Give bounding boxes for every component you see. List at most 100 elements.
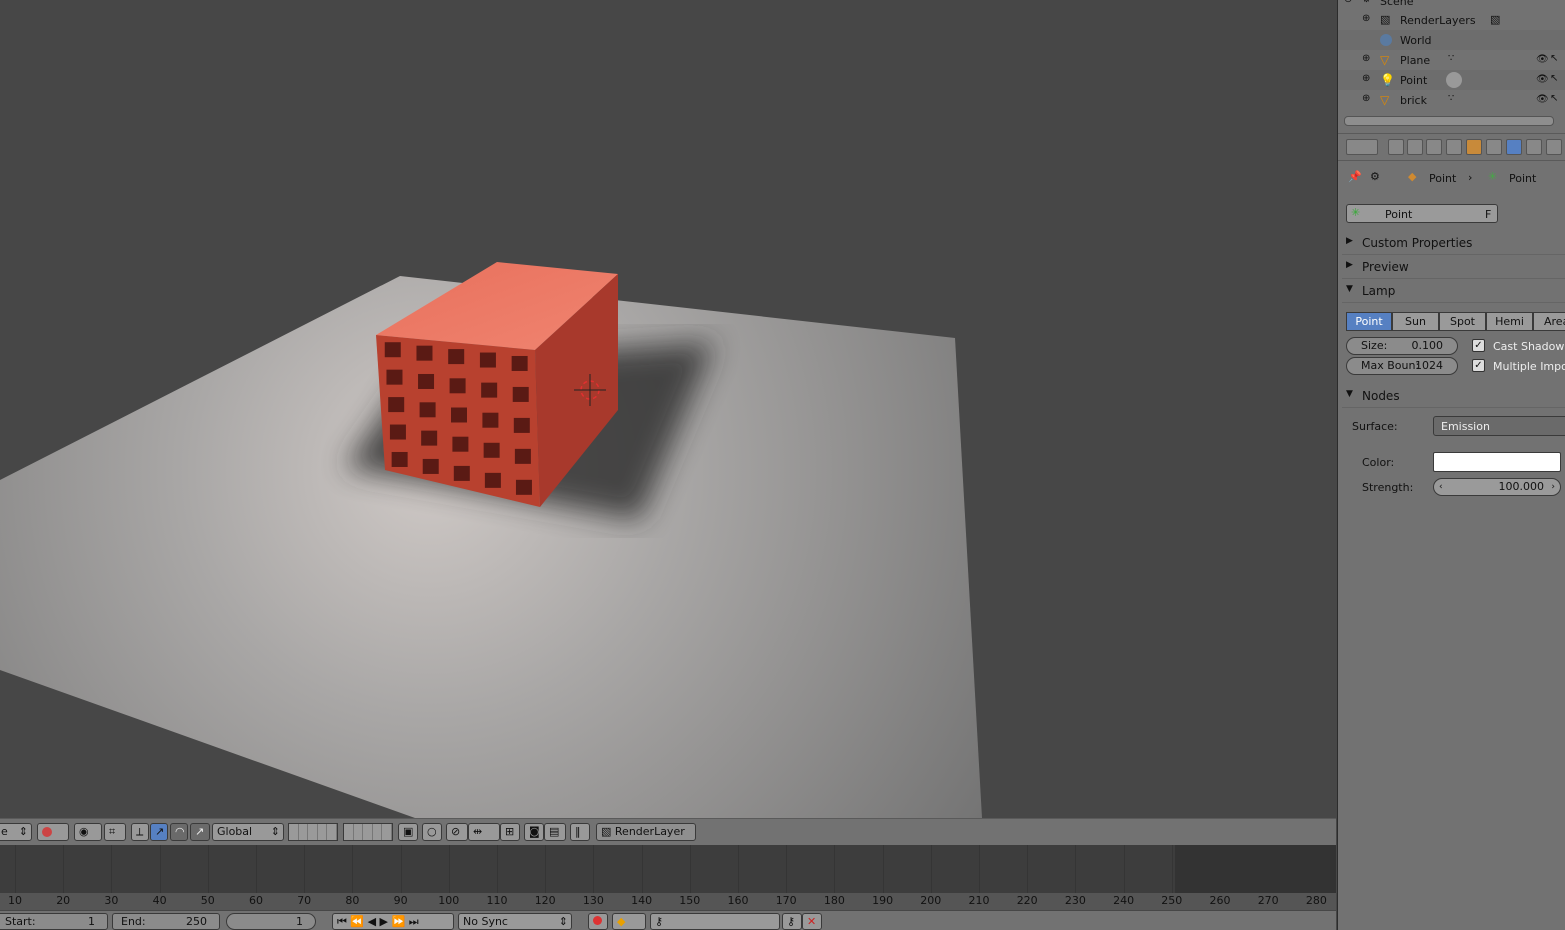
proportional-edit-button[interactable]: ○ (422, 823, 442, 841)
lamp-browse-icon[interactable]: ✳ (1351, 206, 1360, 219)
chevron-updown-icon: ⇕ (270, 825, 280, 838)
render-layers-tab-icon[interactable] (1407, 139, 1423, 155)
size-field[interactable]: Size: 0.100 (1346, 337, 1458, 355)
cursor-icon[interactable]: ↖ (1550, 93, 1564, 107)
datablock-field[interactable]: ✳ Point F (1346, 204, 1498, 223)
start-frame-field[interactable]: Start: 1 (0, 913, 108, 930)
pause-button[interactable]: ‖ (570, 823, 590, 841)
outliner-row-point[interactable]: ⊕ 💡 Point 👁 ↖ (1338, 70, 1565, 90)
timeline-grid-line (400, 845, 402, 893)
current-frame-field[interactable]: 1 (226, 913, 316, 930)
constraints-tab-icon[interactable] (1486, 139, 1502, 155)
strength-field[interactable]: ‹ 100.000 › (1433, 478, 1561, 496)
timeline-grid-line (15, 845, 16, 893)
end-frame-label: End: (121, 915, 146, 928)
snap-target-button[interactable]: ⊞ (500, 823, 520, 841)
timeline-tick-label: 250 (1161, 894, 1183, 907)
mode-select[interactable]: e ⇕ (0, 823, 32, 841)
lamp-type-hemi[interactable]: Hemi (1486, 312, 1533, 331)
fake-user-button[interactable]: F (1485, 208, 1491, 221)
manipulator-toggle[interactable]: ⌗ (104, 823, 126, 841)
timeline-grid-line (207, 845, 209, 893)
snap-element-select[interactable]: ⇹ (468, 823, 500, 841)
particles-tab-icon[interactable] (1546, 139, 1562, 155)
renderlayers-icon: ▧ (1380, 13, 1391, 26)
timeline[interactable]: 10 20 30 40 50 60 70 80 90 100 110 120 130 140 150 160 1… (0, 845, 1336, 910)
timeline-grid-line (930, 845, 932, 893)
cursor-icon[interactable]: ↖ (1550, 53, 1564, 67)
translate-manipulator-button[interactable]: ⟂ (131, 823, 149, 841)
size-label: Size: (1361, 339, 1388, 352)
opengl-animation-button[interactable]: ▤ (544, 823, 566, 841)
timeline-tick-label: 270 (1257, 894, 1279, 907)
multiple-importance-checkbox[interactable]: ✓ (1472, 359, 1485, 372)
delete-keyframe-button[interactable]: ✕ (802, 913, 822, 930)
active-keying-set-field[interactable]: ⚷ (650, 913, 780, 930)
outliner-row-world[interactable]: World (1338, 30, 1565, 50)
transform-orientation-icon-button[interactable]: ↗ (190, 823, 210, 841)
editor-type-select[interactable] (1346, 139, 1378, 155)
outliner-scrollbar[interactable] (1344, 116, 1554, 126)
outliner[interactable]: ⊖ ⚙ Scene ⊕ ▧ RenderLayers ▧ World ⊕ ▽ P… (1338, 0, 1565, 130)
render-tab-icon[interactable] (1388, 139, 1404, 155)
render-icon: ▧ (1490, 13, 1501, 26)
record-button[interactable] (588, 913, 608, 930)
pivot-point-select[interactable]: ◉ (74, 823, 102, 841)
cursor-icon[interactable]: ↖ (1550, 73, 1564, 87)
rotate-manipulator-button[interactable]: ↗ (150, 823, 168, 841)
eye-icon[interactable]: 👁 (1536, 74, 1549, 85)
timeline-grid-line (689, 845, 691, 893)
lamp-type-area[interactable]: Area (1533, 312, 1565, 331)
camera-icon: ◙ (529, 825, 540, 838)
brick-hole (421, 430, 438, 446)
chevron-updown-icon: ⇕ (558, 915, 568, 928)
keying-set-button[interactable]: ◆ (612, 913, 646, 930)
3d-viewport[interactable] (0, 0, 1336, 818)
render-layer-select[interactable]: ▧ RenderLayer (596, 823, 696, 841)
outliner-row-plane[interactable]: ⊕ ▽ Plane ∵ 👁 ↖ (1338, 50, 1565, 70)
mesh-icon: ▽ (1380, 53, 1390, 67)
chevron-right-icon: › (1468, 171, 1473, 184)
eye-icon[interactable]: 👁 (1536, 54, 1549, 65)
pin-icon[interactable]: 📌 (1348, 170, 1362, 183)
brick-hole (448, 349, 465, 365)
chevron-right-icon: ▶ (1346, 260, 1353, 270)
outliner-row-renderlayers[interactable]: ⊕ ▧ RenderLayers ▧ (1338, 10, 1565, 30)
scale-manipulator-button[interactable]: ◠ (170, 823, 188, 841)
sync-mode-select[interactable]: No Sync ⇕ (458, 913, 572, 930)
viewport-shading-select[interactable] (37, 823, 69, 841)
brick-hole (451, 407, 467, 423)
outliner-row-brick[interactable]: ⊕ ▽ brick ∵ 👁 ↖ (1338, 90, 1565, 110)
preview-panel[interactable]: ▶ Preview (1342, 256, 1565, 279)
lamp-type-sun[interactable]: Sun (1392, 312, 1439, 331)
end-frame-value: 250 (186, 915, 207, 928)
end-frame-field[interactable]: End: 250 (112, 913, 220, 930)
opengl-render-button[interactable]: ◙ (524, 823, 544, 841)
surface-select[interactable]: Emission (1433, 416, 1565, 436)
world-tab-icon[interactable] (1446, 139, 1462, 155)
layer-buttons-1[interactable] (288, 823, 338, 841)
outliner-row-scene[interactable]: ⊖ ⚙ Scene (1338, 0, 1565, 10)
lock-layers-button[interactable]: ▣ (398, 823, 418, 841)
scene-tab-icon[interactable] (1426, 139, 1442, 155)
breadcrumb: 📌 ⚙ ◆ Point › ✳ Point (1338, 168, 1565, 188)
layer-buttons-2[interactable] (343, 823, 393, 841)
eye-icon[interactable]: 👁 (1536, 94, 1549, 105)
cast-shadow-checkbox[interactable]: ✓ (1472, 339, 1485, 352)
color-swatch[interactable] (1433, 452, 1561, 472)
max-bounces-field[interactable]: Max Boun: 1024 (1346, 357, 1458, 375)
texture-tab-icon[interactable] (1526, 139, 1542, 155)
lamp-panel[interactable]: ▼ Lamp (1342, 280, 1565, 303)
lamp-type-spot[interactable]: Spot (1439, 312, 1486, 331)
object-tab-icon[interactable] (1466, 139, 1482, 155)
lamp-data-tab-icon[interactable] (1506, 139, 1522, 155)
nodes-panel[interactable]: ▼ Nodes (1342, 385, 1565, 408)
insert-keyframe-button[interactable]: ⚷ (782, 913, 802, 930)
custom-properties-panel[interactable]: ▶ Custom Properties (1342, 232, 1565, 255)
transform-orientation-select[interactable]: Global ⇕ (212, 823, 284, 841)
snap-toggle-button[interactable]: ⊘ (446, 823, 468, 841)
timeline-tick-label: 210 (968, 894, 990, 907)
timeline-grid-line (1171, 845, 1173, 893)
lamp-type-point[interactable]: Point (1346, 312, 1392, 331)
playback-controls[interactable]: ⏮ ⏪ ◀ ▶ ⏩ ⏭ (332, 913, 454, 930)
